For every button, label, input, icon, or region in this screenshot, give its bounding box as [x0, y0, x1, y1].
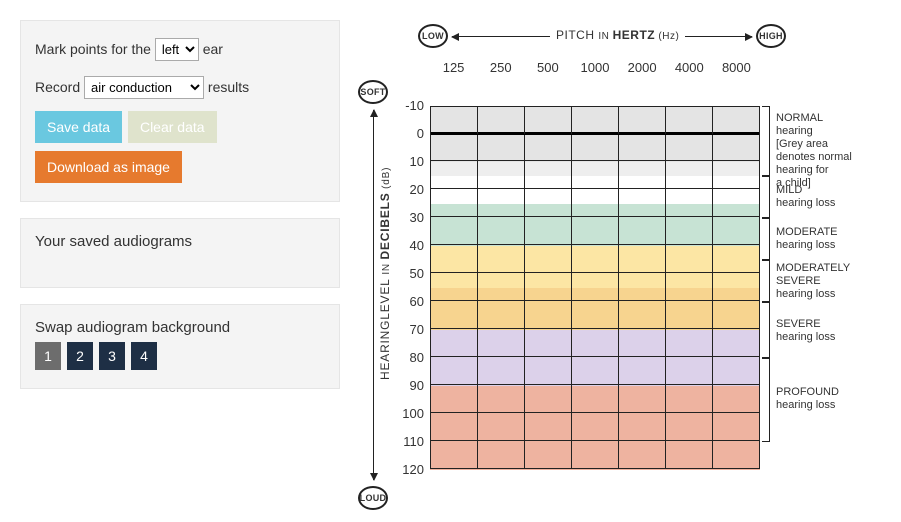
loud-badge: LOUD [358, 486, 388, 510]
record-prefix: Record [35, 79, 84, 95]
x-tick-labels: 125 250 500 1000 2000 4000 8000 [430, 60, 760, 75]
conduction-select[interactable]: air conduction [84, 76, 204, 99]
ear-select[interactable]: left [155, 38, 199, 61]
sev-profound: PROFOUND hearing loss [776, 386, 839, 412]
sev-severe: SEVERE hearing loss [776, 318, 835, 344]
mark-prefix: Mark points for the [35, 41, 155, 57]
saved-panel: Your saved audiograms [20, 218, 340, 288]
bg-swatch-row: 1 2 3 4 [35, 342, 325, 370]
x-axis-title: PITCH IN HERTZ (Hz) [550, 28, 685, 42]
sev-moderate: MODERATE hearing loss [776, 226, 838, 252]
bracket-moderate [762, 218, 770, 260]
audiogram-chart[interactable]: LOW PITCH IN HERTZ (Hz) HIGH SOFT HEARIN… [340, 20, 881, 502]
soft-badge: SOFT [358, 80, 388, 104]
clear-button[interactable]: Clear data [128, 111, 217, 143]
level-arrow [373, 110, 374, 480]
bg-swatch-3[interactable]: 3 [99, 342, 125, 370]
y-tick-labels: -10 0 10 20 30 40 50 60 70 80 90 100 110… [390, 92, 424, 484]
ear-row: Mark points for the left ear [35, 35, 325, 63]
saved-heading: Your saved audiograms [35, 233, 325, 250]
input-panel: Mark points for the left ear Record air … [20, 20, 340, 202]
controls-column: Mark points for the left ear Record air … [20, 20, 340, 502]
bracket-severe [762, 302, 770, 358]
bracket-profound [762, 358, 770, 442]
swap-panel: Swap audiogram background 1 2 3 4 [20, 304, 340, 389]
sev-modsev: MODERATELY SEVERE hearing loss [776, 262, 850, 301]
swap-heading: Swap audiogram background [35, 319, 325, 336]
bg-swatch-4[interactable]: 4 [131, 342, 157, 370]
save-button[interactable]: Save data [35, 111, 122, 143]
mark-suffix: ear [203, 41, 223, 57]
audiogram-grid[interactable] [430, 106, 760, 469]
sev-normal: NORMAL hearing [Grey area denotes normal… [776, 112, 852, 190]
record-suffix: results [208, 79, 249, 95]
bg-swatch-2[interactable]: 2 [67, 342, 93, 370]
low-badge: LOW [418, 24, 448, 48]
bracket-mild [762, 176, 770, 218]
sev-mild: MILD hearing loss [776, 184, 835, 210]
bg-swatch-1[interactable]: 1 [35, 342, 61, 370]
download-button[interactable]: Download as image [35, 151, 182, 183]
bracket-normal [762, 106, 770, 176]
bracket-modsev [762, 260, 770, 302]
conduction-row: Record air conduction results [35, 73, 325, 101]
high-badge: HIGH [756, 24, 786, 48]
